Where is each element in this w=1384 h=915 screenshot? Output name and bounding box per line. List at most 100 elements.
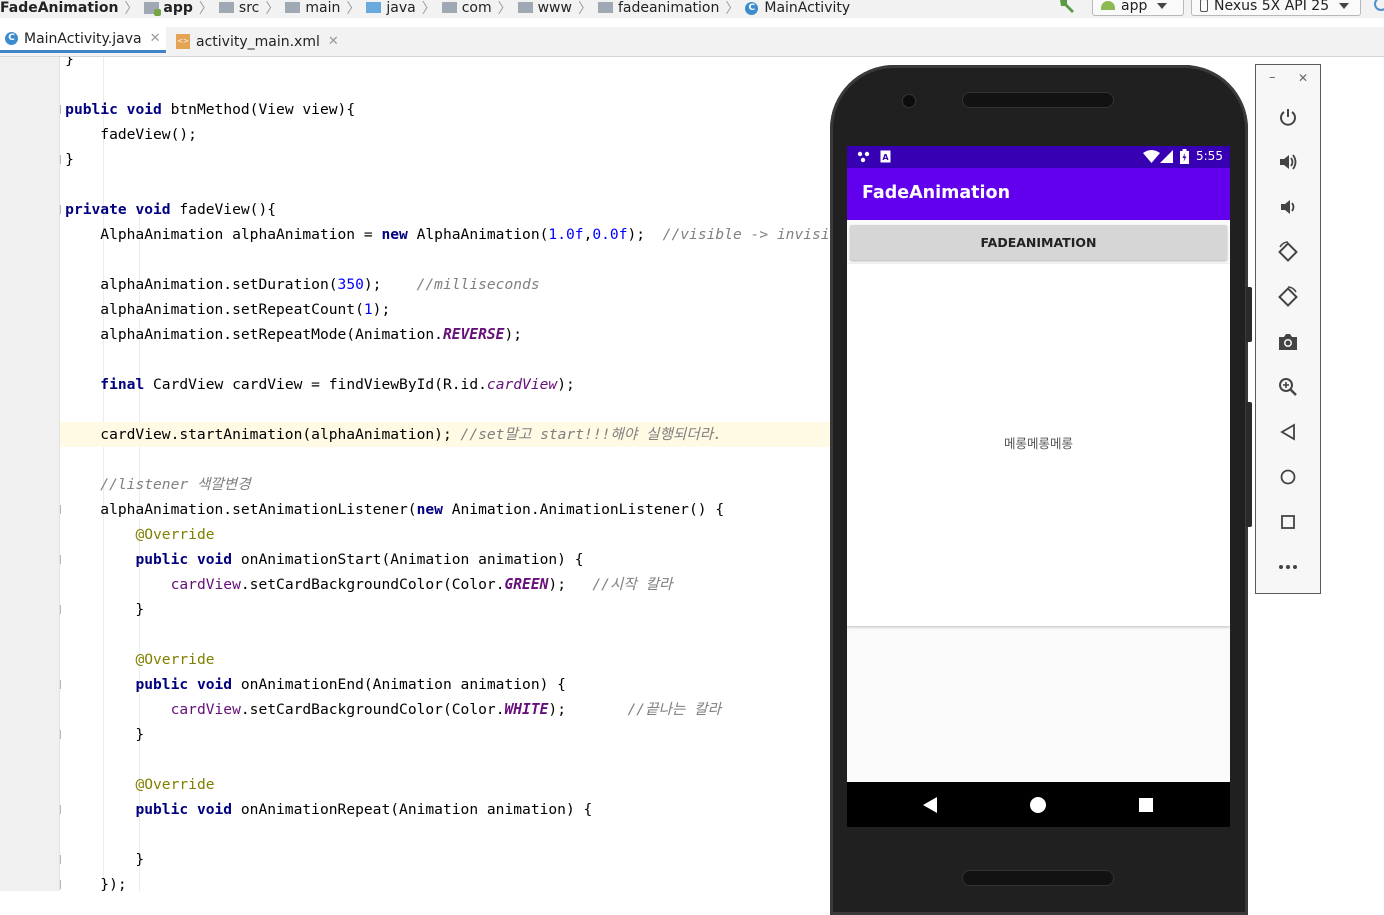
line-text: } bbox=[60, 722, 144, 747]
chevron-right-icon: 〉 bbox=[421, 1, 436, 17]
home-icon[interactable] bbox=[1276, 465, 1300, 489]
token-cst: WHITE bbox=[504, 701, 549, 718]
line-text: alphaAnimation.setRepeatMode(Animation.R… bbox=[60, 322, 522, 347]
token: onAnimationRepeat(Animation animation) { bbox=[232, 801, 593, 818]
device-label: Nexus 5X API 25 bbox=[1214, 0, 1330, 14]
line-text: AlphaAnimation alphaAnimation = new Alph… bbox=[60, 222, 856, 247]
crumb-label: com bbox=[461, 0, 492, 16]
rotate-right-icon[interactable] bbox=[1276, 285, 1300, 309]
token-lam: cardView bbox=[170, 576, 241, 593]
package-icon bbox=[597, 1, 613, 13]
token: Animation.AnimationListener() { bbox=[442, 501, 725, 518]
breadcrumb-mainactivity[interactable]: C MainActivity bbox=[745, 0, 850, 16]
token: btnMethod(View view){ bbox=[161, 101, 356, 118]
breadcrumb-fadeanimation[interactable]: fadeanimation 〉 bbox=[597, 0, 745, 18]
breadcrumb-java[interactable]: java 〉 bbox=[366, 0, 441, 18]
more-icon[interactable] bbox=[1276, 555, 1300, 579]
line-text: @Override bbox=[60, 522, 214, 547]
back-icon[interactable] bbox=[1276, 420, 1300, 444]
token: alphaAnimation.setRepeatMode(Animation. bbox=[60, 326, 443, 343]
token: onAnimationStart(Animation animation) { bbox=[232, 551, 584, 568]
fadeanimation-button[interactable]: FADEANIMATION bbox=[850, 225, 1227, 260]
minimize-icon[interactable]: – bbox=[1269, 70, 1276, 85]
device-screen[interactable]: A 5:55 FadeAnimation FADEANIMATION 메롱메롱메… bbox=[847, 146, 1230, 827]
power-key bbox=[1246, 287, 1252, 342]
token: cardView.startAnimation(alphaAnimation); bbox=[60, 426, 461, 443]
chevron-right-icon: 〉 bbox=[265, 1, 280, 17]
project-name: FadeAnimation bbox=[0, 0, 119, 16]
breadcrumb-src[interactable]: src 〉 bbox=[218, 0, 285, 18]
token: CardView cardView = findViewById(R.id. bbox=[144, 376, 487, 393]
token: ); bbox=[627, 226, 663, 243]
token-num: 1.0f bbox=[548, 226, 584, 243]
token: }); bbox=[100, 876, 127, 891]
line-text: cardView.setCardBackgroundColor(Color.WH… bbox=[60, 697, 721, 722]
nav-back-icon[interactable] bbox=[923, 797, 937, 813]
sync-icon[interactable] bbox=[1374, 0, 1384, 11]
line-text: } bbox=[60, 147, 74, 172]
tab-activity-main-xml[interactable]: <> activity_main.xml ✕ bbox=[176, 27, 339, 56]
token-cst: GREEN bbox=[504, 576, 549, 593]
overview-icon[interactable] bbox=[1276, 510, 1300, 534]
xml-file-icon: <> bbox=[176, 34, 190, 49]
breadcrumb: FadeAnimation 〉 app 〉 src 〉 main 〉 java 〉 com… bbox=[0, 0, 850, 18]
token: .setCardBackgroundColor(Color. bbox=[240, 576, 505, 593]
java-class-icon: C bbox=[5, 32, 18, 45]
breadcrumb-www[interactable]: www 〉 bbox=[517, 0, 598, 18]
tab-label: MainActivity.java bbox=[24, 30, 142, 47]
volume-down-icon[interactable] bbox=[1276, 195, 1300, 219]
line-text: public void onAnimationRepeat(Animation … bbox=[60, 797, 592, 822]
zoom-icon[interactable] bbox=[1276, 375, 1300, 399]
close-icon[interactable]: ✕ bbox=[328, 34, 339, 49]
nav-home-icon[interactable] bbox=[1030, 797, 1046, 813]
line-text: //listener 색깔변경 bbox=[60, 472, 251, 497]
volume-keys bbox=[1246, 402, 1252, 527]
tab-label: activity_main.xml bbox=[196, 33, 320, 50]
token-kw: public void bbox=[135, 676, 233, 693]
token-num: 0.0f bbox=[592, 226, 628, 243]
token-cmt: //listener 색깔변경 bbox=[100, 476, 251, 493]
build-hammer-icon[interactable] bbox=[1058, 0, 1076, 15]
chevron-right-icon: 〉 bbox=[497, 1, 512, 17]
breadcrumb-com[interactable]: com 〉 bbox=[441, 0, 518, 18]
emulator-toolbar: – ✕ bbox=[1255, 64, 1321, 594]
volume-up-icon[interactable] bbox=[1276, 150, 1300, 174]
token-kw: public void bbox=[65, 101, 162, 118]
device-select[interactable]: Nexus 5X API 25 bbox=[1191, 0, 1361, 16]
tab-mainactivity[interactable]: C MainActivity.java ✕ bbox=[0, 27, 166, 53]
token: AlphaAnimation( bbox=[407, 226, 549, 243]
line-text: alphaAnimation.setAnimationListener(new … bbox=[60, 497, 724, 522]
run-config-select[interactable]: app bbox=[1092, 0, 1184, 16]
token-cst: REVERSE bbox=[442, 326, 505, 343]
breadcrumb-main[interactable]: main 〉 bbox=[285, 0, 366, 18]
rotate-left-icon[interactable] bbox=[1276, 240, 1300, 264]
nav-overview-icon[interactable] bbox=[1139, 798, 1153, 812]
line-text: cardView.setCardBackgroundColor(Color.GR… bbox=[60, 572, 673, 597]
battery-icon bbox=[1180, 149, 1189, 164]
power-icon[interactable] bbox=[1276, 105, 1300, 129]
token: } bbox=[65, 151, 74, 168]
button-label: FADEANIMATION bbox=[980, 235, 1097, 250]
breadcrumb-module[interactable]: app 〉 bbox=[144, 0, 219, 18]
breadcrumb-project[interactable]: FadeAnimation 〉 bbox=[0, 0, 144, 18]
token: } bbox=[135, 601, 145, 618]
token-cmt: //시작 칼라 bbox=[592, 576, 673, 593]
svg-text:A: A bbox=[882, 153, 889, 162]
close-icon[interactable]: ✕ bbox=[1298, 71, 1308, 85]
chevron-right-icon: 〉 bbox=[577, 1, 592, 17]
token-cmt: //visible -> invisible bbox=[662, 226, 856, 243]
card-view: 메롱메롱메롱 bbox=[847, 264, 1230, 626]
device-icon bbox=[1200, 0, 1208, 12]
token-kw: new bbox=[416, 501, 443, 518]
line-text: fadeView(); bbox=[60, 122, 197, 147]
token-kw: public void bbox=[135, 551, 233, 568]
close-icon[interactable]: ✕ bbox=[150, 31, 161, 46]
token-cmt: //set말고 start!!!해야 실행되더라. bbox=[460, 426, 722, 443]
camera-icon[interactable] bbox=[1276, 330, 1300, 354]
token-num: 1 bbox=[363, 301, 373, 318]
app-title: FadeAnimation bbox=[862, 183, 1011, 203]
sim-card-icon: A bbox=[880, 150, 891, 163]
